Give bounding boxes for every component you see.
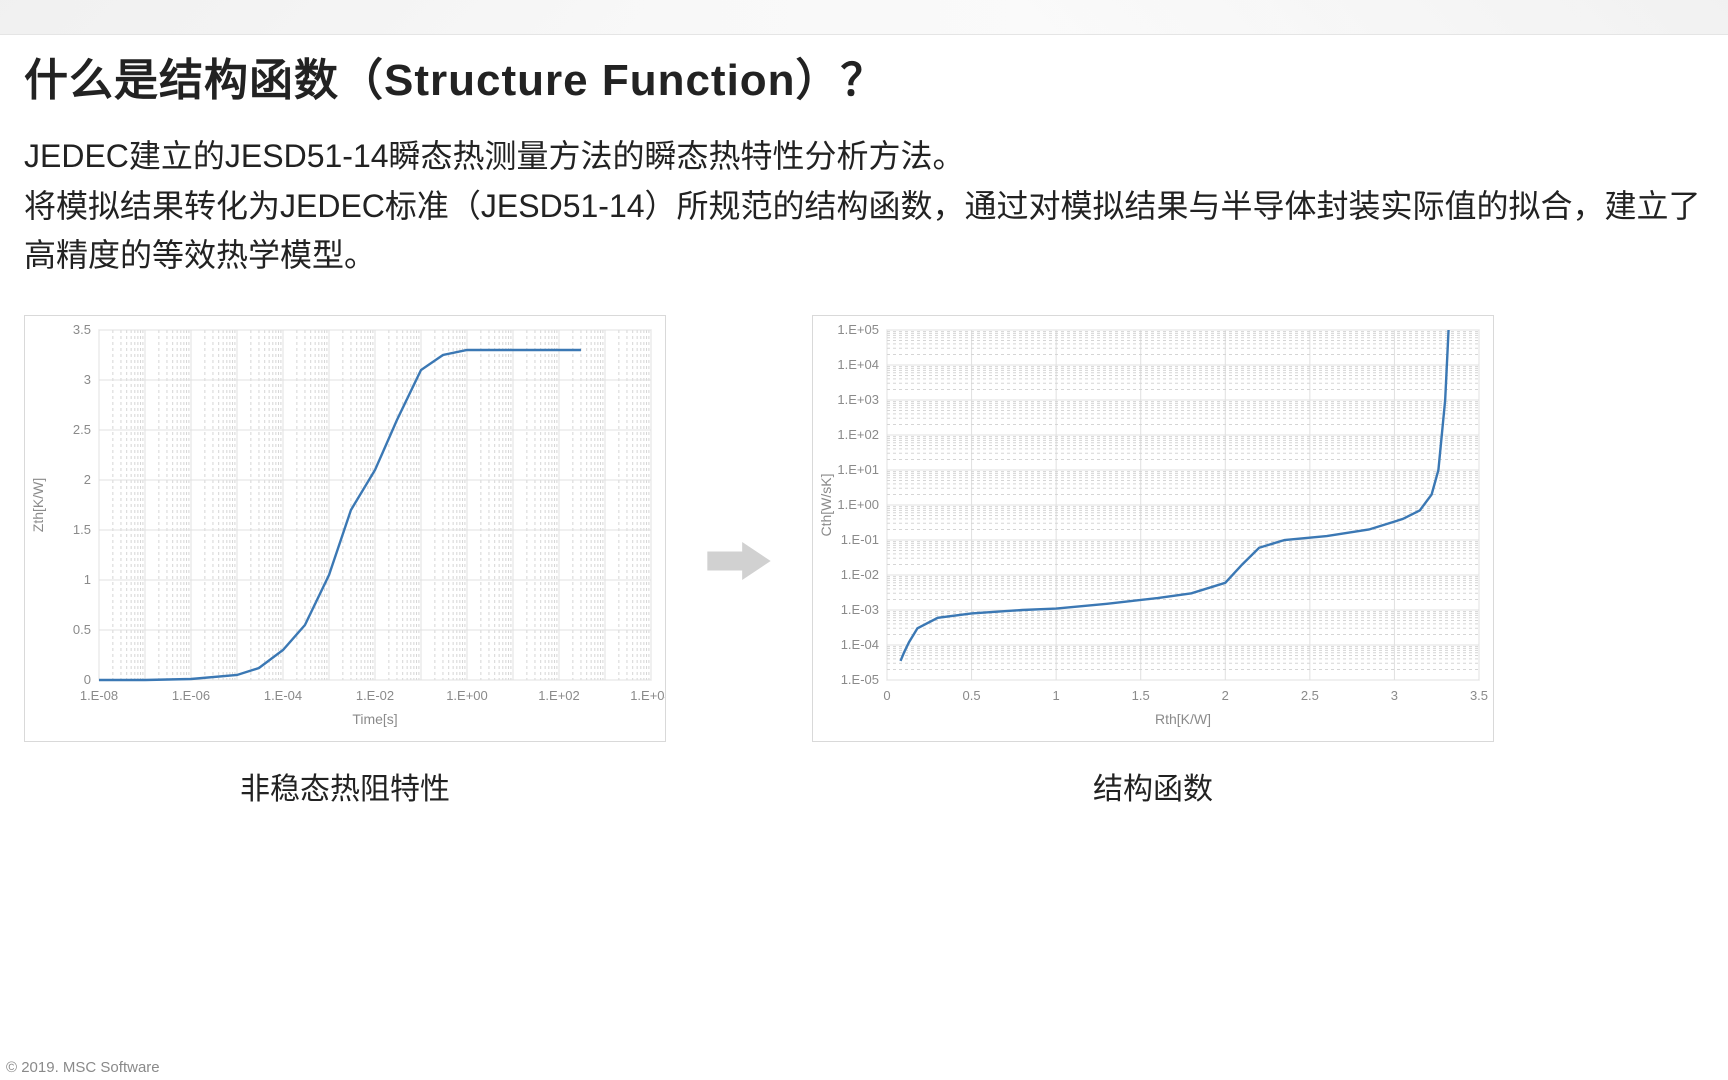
svg-text:1.5: 1.5 <box>1132 688 1150 703</box>
svg-text:1: 1 <box>84 572 91 587</box>
svg-text:1.E+04: 1.E+04 <box>837 357 879 372</box>
svg-text:2.5: 2.5 <box>1301 688 1319 703</box>
svg-text:3: 3 <box>1391 688 1398 703</box>
svg-text:2: 2 <box>1222 688 1229 703</box>
svg-text:0: 0 <box>84 672 91 687</box>
svg-text:3.5: 3.5 <box>73 322 91 337</box>
svg-text:1: 1 <box>1053 688 1060 703</box>
svg-text:1.E+04: 1.E+04 <box>630 688 665 703</box>
svg-text:Zth[K/W]: Zth[K/W] <box>30 478 46 532</box>
svg-text:0: 0 <box>883 688 890 703</box>
svg-text:1.E+00: 1.E+00 <box>446 688 488 703</box>
left-chart: 1.E-08 1.E-06 1.E-04 1.E-02 1.E+00 1.E+02 1.E+… <box>24 315 666 742</box>
svg-text:1.E+01: 1.E+01 <box>837 462 879 477</box>
svg-text:0.5: 0.5 <box>963 688 981 703</box>
body-text: JEDEC建立的JESD51-14瞬态热测量方法的瞬态热特性分析方法。将模拟结果… <box>24 132 1704 281</box>
svg-text:Rth[K/W]: Rth[K/W] <box>1155 711 1211 727</box>
svg-text:1.E+02: 1.E+02 <box>538 688 580 703</box>
svg-text:1.E+05: 1.E+05 <box>837 322 879 337</box>
right-chart: 0 0.5 1 1.5 2 2.5 3 3.5 1.E-05 1.E-04 1.E-03 1.E-02… <box>812 315 1494 742</box>
svg-text:Time[s]: Time[s] <box>352 711 397 727</box>
svg-text:1.E-08: 1.E-08 <box>80 688 118 703</box>
svg-text:1.E+02: 1.E+02 <box>837 427 879 442</box>
svg-text:1.E-04: 1.E-04 <box>264 688 302 703</box>
right-chart-block: 0 0.5 1 1.5 2 2.5 3 3.5 1.E-05 1.E-04 1.E-03 1.E-02… <box>812 315 1494 808</box>
svg-text:0.5: 0.5 <box>73 622 91 637</box>
svg-text:1.E-02: 1.E-02 <box>841 567 879 582</box>
svg-text:1.E-05: 1.E-05 <box>841 672 879 687</box>
page-title: 什么是结构函数（Structure Function）？ <box>24 53 1704 108</box>
top-banner <box>0 0 1728 35</box>
svg-text:1.E-02: 1.E-02 <box>356 688 394 703</box>
svg-text:2: 2 <box>84 472 91 487</box>
left-chart-block: 1.E-08 1.E-06 1.E-04 1.E-02 1.E+00 1.E+02 1.E+… <box>24 315 666 808</box>
svg-text:1.E-04: 1.E-04 <box>841 637 879 652</box>
right-caption: 结构函数 <box>1093 764 1213 808</box>
svg-text:1.E-01: 1.E-01 <box>841 532 879 547</box>
copyright: © 2019. MSC Software <box>6 1059 160 1076</box>
svg-text:2.5: 2.5 <box>73 422 91 437</box>
svg-text:1.E-03: 1.E-03 <box>841 602 879 617</box>
arrow-icon <box>706 542 772 580</box>
svg-text:Cth[W/sK]: Cth[W/sK] <box>818 473 834 536</box>
left-caption: 非稳态热阻特性 <box>240 764 450 808</box>
svg-text:1.E-06: 1.E-06 <box>172 688 210 703</box>
svg-text:3: 3 <box>84 372 91 387</box>
svg-text:1.E+03: 1.E+03 <box>837 392 879 407</box>
svg-text:3.5: 3.5 <box>1470 688 1488 703</box>
svg-text:1.E+00: 1.E+00 <box>837 497 879 512</box>
svg-text:1.5: 1.5 <box>73 522 91 537</box>
chart-row: 1.E-08 1.E-06 1.E-04 1.E-02 1.E+00 1.E+02 1.E+… <box>24 315 1704 808</box>
